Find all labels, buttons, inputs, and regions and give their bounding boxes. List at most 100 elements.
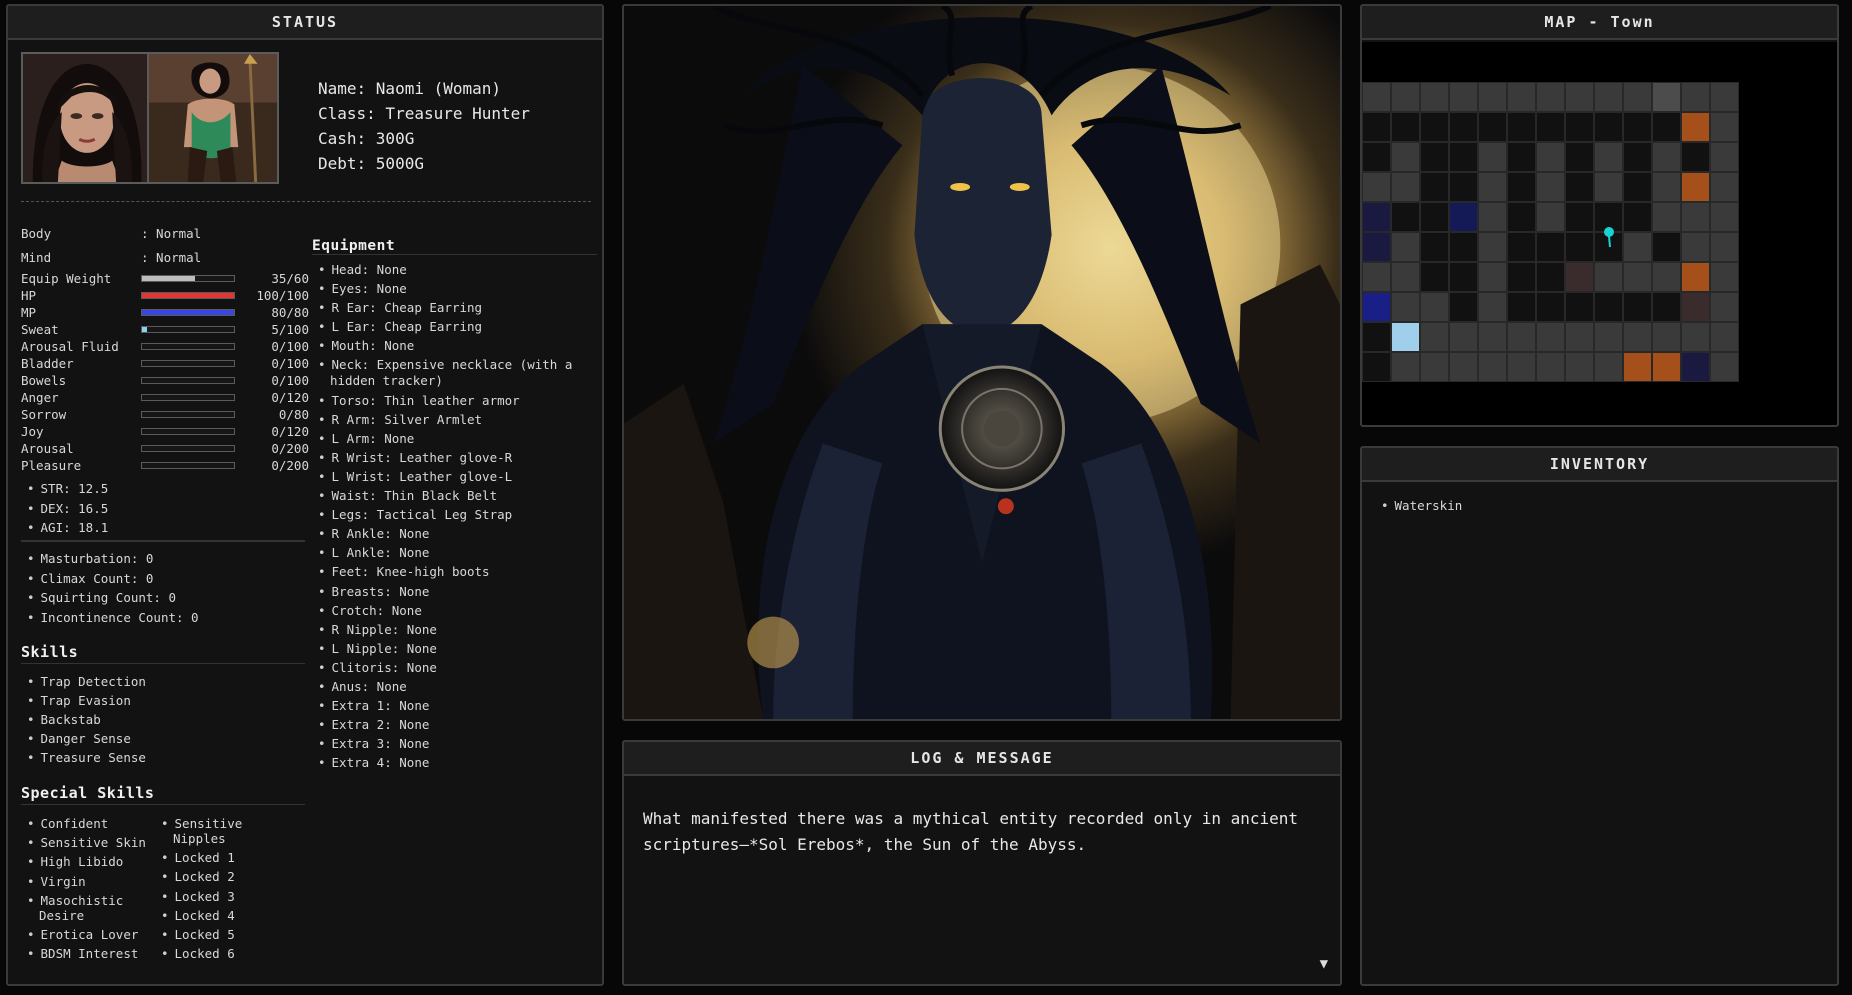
equipment-slot[interactable]: Feet: Knee-high boots xyxy=(312,564,597,580)
gauge-value: 0/80 xyxy=(278,407,309,422)
equipment-slot[interactable]: Eyes: None xyxy=(312,281,597,297)
log-message: What manifested there was a mythical ent… xyxy=(643,809,1299,854)
map-cell xyxy=(1565,292,1594,322)
gauge-row: MP 80/80 xyxy=(21,304,309,321)
map-cell xyxy=(1681,82,1710,112)
equipment-slot[interactable]: R Nipple: None xyxy=(312,622,597,638)
face-portrait-image xyxy=(23,54,151,182)
equipment-slot[interactable]: Clitoris: None xyxy=(312,660,597,676)
map-cell xyxy=(1391,142,1420,172)
map-cell xyxy=(1652,82,1681,112)
equipment-slot[interactable]: Extra 3: None xyxy=(312,736,597,752)
map-cell xyxy=(1652,232,1681,262)
gauge-row: Pleasure 0/200 xyxy=(21,457,309,474)
skill-item[interactable]: Backstab xyxy=(21,710,146,729)
map-cell xyxy=(1594,262,1623,292)
equipment-slot[interactable]: L Ear: Cheap Earring xyxy=(312,319,597,335)
gauge-bar xyxy=(141,292,235,299)
equipment-slot[interactable]: R Arm: Silver Armlet xyxy=(312,412,597,428)
separator xyxy=(21,201,591,202)
special-skill-locked[interactable]: Locked 2 xyxy=(155,869,275,884)
condition-label: Body xyxy=(21,226,52,241)
condition-mind: Mind : Normal xyxy=(21,246,309,270)
special-skill-locked[interactable]: Locked 6 xyxy=(155,946,275,961)
map-cell xyxy=(1681,352,1710,382)
map-cell xyxy=(1391,112,1420,142)
gauge-value: 5/100 xyxy=(271,322,309,337)
map-cell xyxy=(1623,202,1652,232)
equipment-slot[interactable]: R Ankle: None xyxy=(312,526,597,542)
map-cell xyxy=(1681,142,1710,172)
map-cell xyxy=(1565,112,1594,142)
equipment-slot[interactable]: Head: None xyxy=(312,262,597,278)
map-cell xyxy=(1478,142,1507,172)
gauge-value: 80/80 xyxy=(271,305,309,320)
special-skill-item[interactable]: Confident xyxy=(21,816,161,831)
equipment-slot[interactable]: Mouth: None xyxy=(312,338,597,354)
special-skill-item[interactable]: Masochistic Desire xyxy=(21,893,141,923)
special-skill-locked[interactable]: Locked 5 xyxy=(155,927,275,942)
character-name: Name: Naomi (Woman) xyxy=(318,79,502,98)
stats-list: Body : Normal Mind : Normal Equip Weight… xyxy=(21,222,309,474)
skill-item[interactable]: Trap Detection xyxy=(21,672,146,691)
gauge-label: Sorrow xyxy=(21,407,67,422)
skill-item[interactable]: Trap Evasion xyxy=(21,691,146,710)
equipment-slot[interactable]: R Ear: Cheap Earring xyxy=(312,300,597,316)
equipment-slot[interactable]: Breasts: None xyxy=(312,584,597,600)
equipment-slot[interactable]: L Wrist: Leather glove-L xyxy=(312,469,597,485)
map-cell xyxy=(1391,202,1420,232)
skill-item[interactable]: Treasure Sense xyxy=(21,748,146,767)
map-cell xyxy=(1478,202,1507,232)
map-cell xyxy=(1478,292,1507,322)
special-skill-item[interactable]: BDSM Interest xyxy=(21,946,161,961)
gauge-value: 0/120 xyxy=(271,424,309,439)
special-skill-item[interactable]: Sensitive Skin xyxy=(21,835,161,850)
special-skill-item[interactable]: Erotica Lover xyxy=(21,927,161,942)
special-skill-item[interactable]: Virgin xyxy=(21,874,161,889)
equipment-slot[interactable]: Neck: Expensive necklace (with a hidden … xyxy=(312,357,597,389)
separator xyxy=(21,804,305,805)
gauge-label: HP xyxy=(21,288,37,303)
map-cell xyxy=(1623,232,1652,262)
condition-body: Body : Normal xyxy=(21,222,309,246)
map-cell xyxy=(1362,202,1391,232)
equipment-slot[interactable]: L Arm: None xyxy=(312,431,597,447)
condition-label: Mind xyxy=(21,250,52,265)
map-cell xyxy=(1449,232,1478,262)
equipment-slot[interactable]: R Wrist: Leather glove-R xyxy=(312,450,597,466)
gauge-bar xyxy=(141,275,235,282)
equipment-slot[interactable]: Extra 2: None xyxy=(312,717,597,733)
equipment-slot[interactable]: L Nipple: None xyxy=(312,641,597,657)
special-skill-locked[interactable]: Locked 4 xyxy=(155,908,275,923)
special-skills-left: Confident Sensitive Skin High Libido Vir… xyxy=(21,816,161,965)
gauge-fill xyxy=(142,327,147,332)
equipment-slot[interactable]: L Ankle: None xyxy=(312,545,597,561)
inventory-item[interactable]: Waterskin xyxy=(1375,496,1463,515)
skill-item[interactable]: Danger Sense xyxy=(21,729,146,748)
equipment-slot[interactable]: Crotch: None xyxy=(312,603,597,619)
map-cell xyxy=(1362,82,1391,112)
count-item: Climax Count: 0 xyxy=(21,569,199,589)
equipment-slot[interactable]: Anus: None xyxy=(312,679,597,695)
continue-arrow-icon[interactable]: ▼ xyxy=(1320,956,1328,972)
special-skill-item[interactable]: High Libido xyxy=(21,854,161,869)
map-cell xyxy=(1536,232,1565,262)
equipment-slot[interactable]: Waist: Thin Black Belt xyxy=(312,488,597,504)
equipment-slot[interactable]: Torso: Thin leather armor xyxy=(312,393,597,409)
special-skill-locked[interactable]: Locked 1 xyxy=(155,850,275,865)
gauge-row: Bladder 0/100 xyxy=(21,355,309,372)
equipment-slot[interactable]: Extra 1: None xyxy=(312,698,597,714)
equipment-slot[interactable]: Extra 4: None xyxy=(312,755,597,771)
map-cell xyxy=(1681,322,1710,352)
map-cell xyxy=(1594,172,1623,202)
face-portrait[interactable] xyxy=(21,52,153,184)
equipment-slot[interactable]: Legs: Tactical Leg Strap xyxy=(312,507,597,523)
special-skill-locked[interactable]: Locked 3 xyxy=(155,889,275,904)
special-skill-item[interactable]: Sensitive Nipples xyxy=(155,816,255,846)
player-location-pin-icon xyxy=(1604,227,1614,248)
map-cell xyxy=(1594,112,1623,142)
map-cell xyxy=(1449,322,1478,352)
map-cell xyxy=(1420,292,1449,322)
body-portrait[interactable] xyxy=(147,52,279,184)
special-skills-right: Sensitive Nipples Locked 1 Locked 2 Lock… xyxy=(155,816,275,965)
